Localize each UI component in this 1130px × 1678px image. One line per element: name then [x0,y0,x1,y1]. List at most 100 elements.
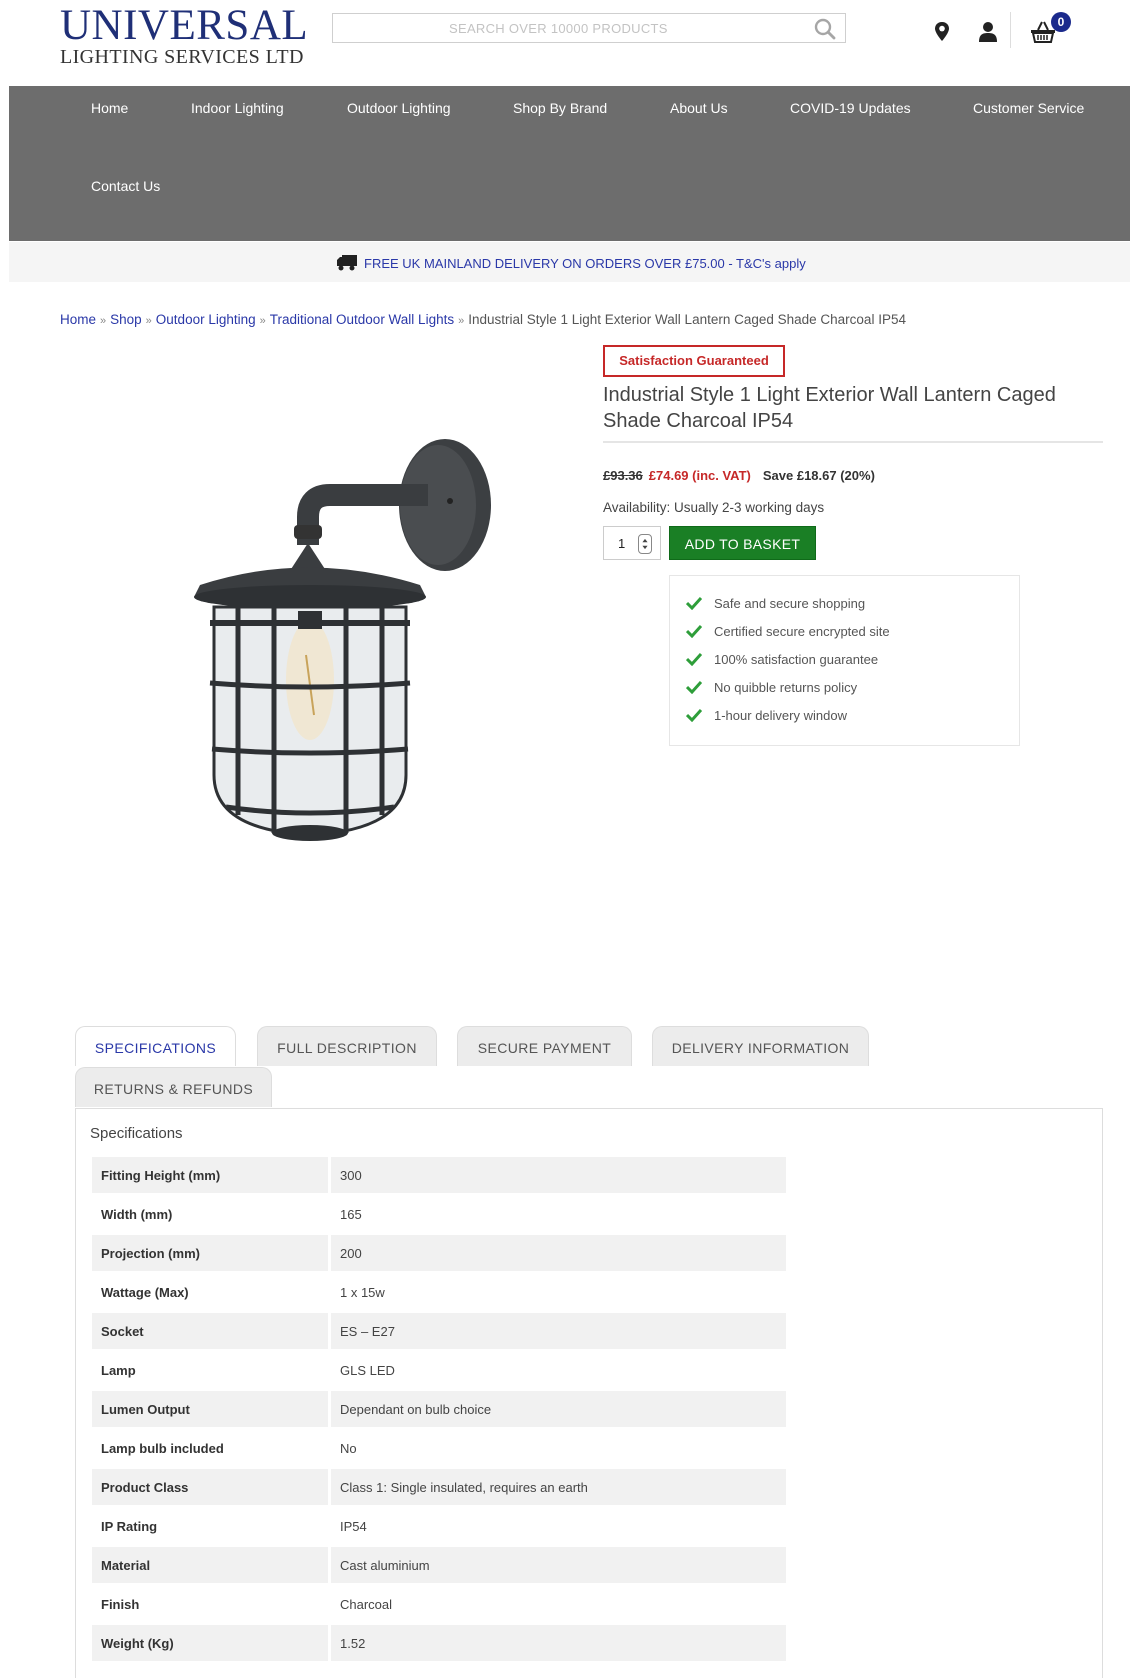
delivery-banner-text: FREE UK MAINLAND DELIVERY ON ORDERS OVER… [364,256,806,271]
spec-key: Fitting Height (mm) [92,1157,328,1193]
spec-value: 1.52 [328,1625,786,1661]
spec-key: Lumen Output [92,1391,328,1427]
breadcrumb-separator: » [100,315,107,327]
check-icon [686,624,702,638]
spec-key: Lamp [101,1362,136,1378]
delivery-truck-icon [337,255,357,271]
table-row: Socket ES – E27 [92,1313,786,1349]
assurance-item: 100% satisfaction guarantee [686,652,878,667]
spec-key: Socket [92,1313,328,1349]
tab-secure-payment[interactable]: SECURE PAYMENT [457,1026,632,1066]
account-icon[interactable] [977,20,999,44]
site-logo[interactable]: UNIVERSAL LIGHTING SERVICES LTD [60,2,309,69]
table-row: Width (mm) 165 [92,1196,786,1232]
search-icon[interactable] [813,17,837,41]
spec-value: Cast aluminium [328,1547,786,1583]
specifications-table: Fitting Height (mm) 300 Width (mm) 165 Proje… [92,1154,786,1664]
assurance-text: No quibble returns policy [714,680,858,695]
nav-item-customer-service[interactable]: Customer Service [973,100,1084,116]
nav-item-home[interactable]: Home [91,100,128,116]
title-divider [603,441,1103,443]
cart-count-badge: 0 [1051,12,1071,32]
table-row: Lamp GLS LED [92,1352,786,1388]
table-row: IP Rating IP54 [92,1508,786,1544]
spec-value: Charcoal [328,1586,786,1622]
check-icon [686,652,702,666]
nav-item-about-us[interactable]: About Us [670,100,728,116]
assurance-item: 1-hour delivery window [686,708,847,723]
spec-value: IP54 [328,1508,786,1544]
table-row: Fitting Height (mm) 300 [92,1157,786,1193]
breadcrumb: Home» Shop» Outdoor Lighting» Traditional O… [60,312,906,327]
add-to-basket-button[interactable]: ADD TO BASKET [669,526,816,560]
table-row: Lamp bulb included No [92,1430,786,1466]
spec-value: 200 [328,1235,786,1271]
check-icon [686,708,702,722]
main-navigation: Home Indoor Lighting Outdoor Lighting Sh… [9,86,1130,241]
product-title: Industrial Style 1 Light Exterior Wall L… [603,384,1056,432]
header-divider [1010,12,1011,48]
nav-item-shop-by-brand[interactable]: Shop By Brand [513,100,607,116]
site-header: UNIVERSAL LIGHTING SERVICES LTD 0 [0,0,1130,85]
assurance-text: Safe and secure shopping [714,596,866,611]
quantity-stepper[interactable]: 1 [603,526,661,560]
table-row: Lumen Output Dependant on bulb choice [92,1391,786,1427]
satisfaction-guaranteed-badge: Satisfaction Guaranteed [603,345,785,377]
table-row: Weight (Kg) 1.52 [92,1625,786,1661]
quantity-value[interactable]: 1 [618,536,625,551]
tab-returns-refunds[interactable]: RETURNS & REFUNDS [75,1067,272,1107]
spec-key: Weight (Kg) [92,1625,328,1661]
check-icon [686,596,702,610]
breadcrumb-separator: » [458,315,465,327]
nav-item-outdoor-lighting[interactable]: Outdoor Lighting [347,100,451,116]
breadcrumb-link-shop[interactable]: Shop [110,312,142,327]
product-image[interactable] [180,415,520,875]
table-row: Projection (mm) 200 [92,1235,786,1271]
spec-key: Material [92,1547,328,1583]
nav-item-contact-us[interactable]: Contact Us [91,178,160,194]
breadcrumb-separator: » [259,315,266,327]
price-original: £93.36 [603,468,643,483]
table-row: Finish Charcoal [92,1586,786,1622]
specifications-heading: Specifications [90,1125,183,1142]
price-sale: £74.69 (inc. VAT) [648,468,751,483]
table-row: Product Class Class 1: Single insulated, … [92,1469,786,1505]
breadcrumb-link-home[interactable]: Home [60,312,96,327]
spec-key: IP Rating [101,1518,158,1534]
assurance-box: Safe and secure shopping Certified secur… [669,575,1020,746]
nav-item-indoor-lighting[interactable]: Indoor Lighting [191,100,284,116]
search-input[interactable] [333,14,845,42]
tab-specifications[interactable]: SPECIFICATIONS [75,1026,236,1066]
assurance-item: Certified secure encrypted site [686,624,890,639]
breadcrumb-link-outdoor-lighting[interactable]: Outdoor Lighting [156,312,256,327]
spec-value: 165 [328,1196,786,1232]
nav-item-covid-updates[interactable]: COVID-19 Updates [790,100,911,116]
price-row: £93.36 £74.69 (inc. VAT) Save £18.67 (20%) [603,468,875,483]
breadcrumb-link-traditional-outdoor-wall-lights[interactable]: Traditional Outdoor Wall Lights [270,312,454,327]
price-savings: Save £18.67 (20%) [762,468,875,483]
availability-text: Availability: Usually 2-3 working days [603,500,825,515]
quantity-spinner-icon[interactable] [638,534,652,554]
spec-value: No [328,1430,786,1466]
logo-main-text: UNIVERSAL [60,2,309,49]
spec-key: Product Class [92,1469,328,1505]
spec-key: Wattage (Max) [101,1284,189,1300]
breadcrumb-separator: » [145,315,152,327]
assurance-text: 100% satisfaction guarantee [714,652,879,667]
check-icon [686,680,702,694]
spec-key: Projection (mm) [92,1235,328,1271]
logo-sub-text: LIGHTING SERVICES LTD [60,46,304,68]
tab-delivery-information[interactable]: DELIVERY INFORMATION [652,1026,869,1066]
spec-value: ES – E27 [328,1313,786,1349]
spec-key: Width (mm) [101,1206,173,1222]
assurance-item: No quibble returns policy [686,680,857,695]
delivery-banner[interactable]: FREE UK MAINLAND DELIVERY ON ORDERS OVER… [9,242,1130,282]
spec-value: 300 [328,1157,786,1193]
table-row: Material Cast aluminium [92,1547,786,1583]
spec-value: Class 1: Single insulated, requires an e… [328,1469,786,1505]
spec-key: Finish [101,1596,140,1612]
spec-value: GLS LED [328,1352,786,1388]
spec-key: Lamp bulb included [101,1440,224,1456]
tab-full-description[interactable]: FULL DESCRIPTION [257,1026,437,1066]
store-locator-icon[interactable] [931,20,953,44]
